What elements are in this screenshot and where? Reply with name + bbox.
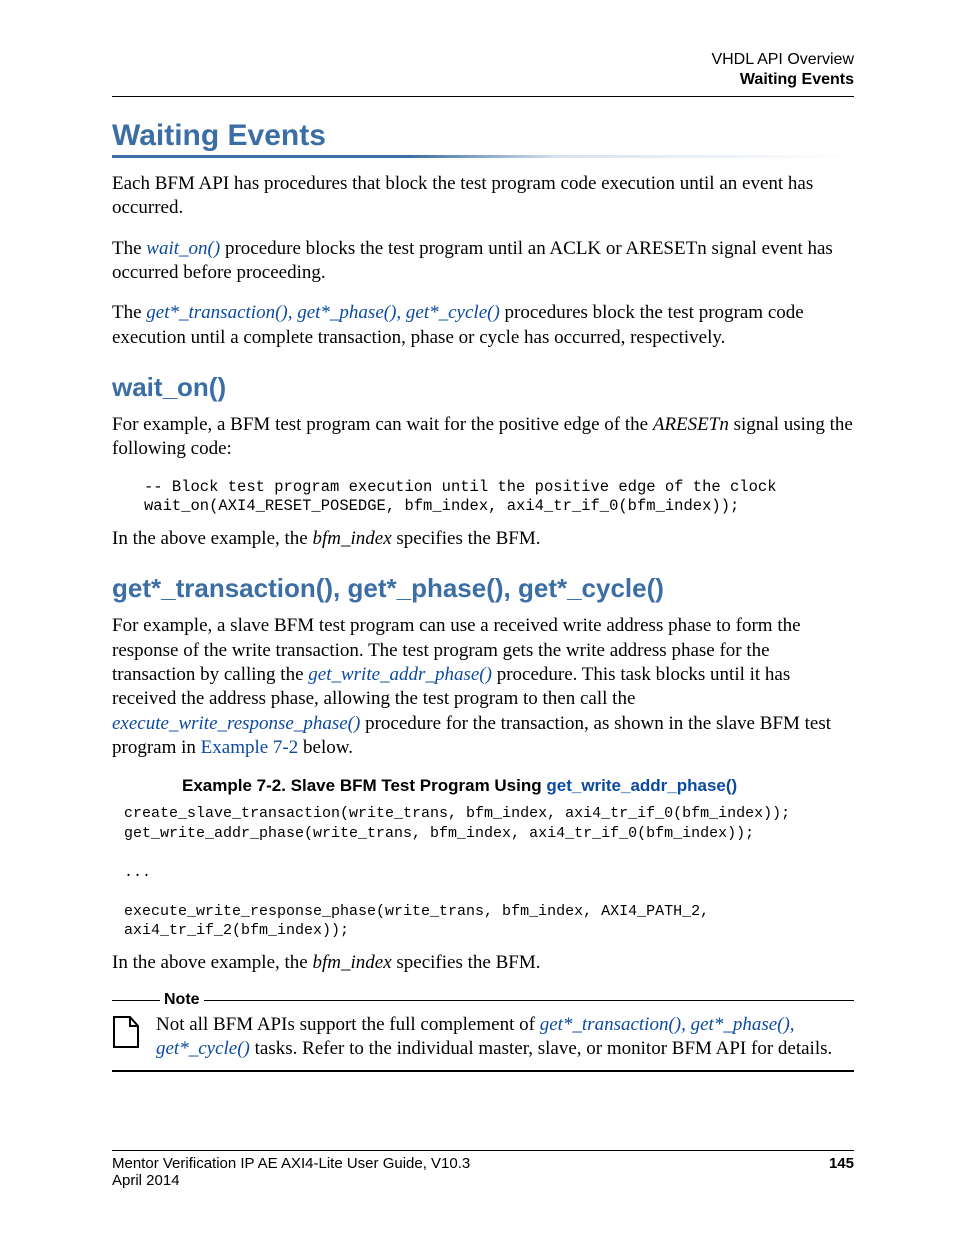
heading-get-transaction-phase-cycle: get*_transaction(), get*_phase(), get*_c… xyxy=(112,573,854,604)
text-emphasis: ARESETn xyxy=(653,414,729,435)
header-section: Waiting Events xyxy=(112,70,854,90)
note-icon xyxy=(112,1013,142,1062)
link-wait-on[interactable]: wait_on() xyxy=(146,238,220,259)
paragraph: For example, a BFM test program can wait… xyxy=(112,413,854,462)
note-header: Note xyxy=(112,991,854,1009)
page-number: 145 xyxy=(829,1155,854,1172)
text-emphasis: bfm_index xyxy=(312,952,391,973)
code-block: create_slave_transaction(write_trans, bf… xyxy=(124,804,854,941)
note-label: Note xyxy=(160,991,204,1009)
heading-waiting-events: Waiting Events xyxy=(112,119,854,153)
link-get-write-addr-phase[interactable]: get_write_addr_phase() xyxy=(546,776,737,795)
link-get-transaction-phase-cycle[interactable]: get*_transaction(), get*_phase(), get*_c… xyxy=(146,302,500,323)
code-block: -- Block test program execution until th… xyxy=(144,478,854,518)
heading-underline xyxy=(112,155,854,158)
rule xyxy=(112,1000,160,1001)
paragraph: For example, a slave BFM test program ca… xyxy=(112,614,854,760)
paragraph: The get*_transaction(), get*_phase(), ge… xyxy=(112,301,854,350)
heading-wait-on: wait_on() xyxy=(112,372,854,403)
page-footer: Mentor Verification IP AE AXI4-Lite User… xyxy=(112,1150,854,1189)
note-box: Note Not all BFM APIs support the full c… xyxy=(112,991,854,1072)
link-get-write-addr-phase[interactable]: get_write_addr_phase() xyxy=(308,664,492,685)
note-text: Not all BFM APIs support the full comple… xyxy=(156,1013,854,1062)
footer-date: April 2014 xyxy=(112,1172,854,1189)
paragraph: Each BFM API has procedures that block t… xyxy=(112,172,854,221)
example-caption: Example 7-2. Slave BFM Test Program Usin… xyxy=(182,776,854,796)
text: Not all BFM APIs support the full comple… xyxy=(156,1014,540,1035)
text: below. xyxy=(298,737,353,758)
note-body: Not all BFM APIs support the full comple… xyxy=(112,1009,854,1072)
text: The xyxy=(112,302,146,323)
header-rule xyxy=(112,96,854,97)
header-chapter: VHDL API Overview xyxy=(112,50,854,70)
paragraph: In the above example, the bfm_index spec… xyxy=(112,951,854,975)
text: In the above example, the xyxy=(112,528,312,549)
link-execute-write-response-phase[interactable]: execute_write_response_phase() xyxy=(112,713,360,734)
text: The xyxy=(112,238,146,259)
text: specifies the BFM. xyxy=(392,952,541,973)
text: Example 7-2. Slave BFM Test Program Usin… xyxy=(182,776,546,795)
text: tasks. Refer to the individual master, s… xyxy=(250,1038,832,1059)
text-emphasis: bfm_index xyxy=(312,528,391,549)
text: specifies the BFM. xyxy=(392,528,541,549)
text: procedure blocks the test program until … xyxy=(112,238,833,283)
text: For example, a BFM test program can wait… xyxy=(112,414,653,435)
link-example-7-2[interactable]: Example 7-2 xyxy=(201,737,299,758)
rule xyxy=(204,1000,854,1001)
text: In the above example, the xyxy=(112,952,312,973)
footer-rule xyxy=(112,1150,854,1151)
paragraph: In the above example, the bfm_index spec… xyxy=(112,527,854,551)
running-header: VHDL API Overview Waiting Events xyxy=(112,50,854,90)
paragraph: The wait_on() procedure blocks the test … xyxy=(112,237,854,286)
page: VHDL API Overview Waiting Events Waiting… xyxy=(0,0,954,1235)
footer-title: Mentor Verification IP AE AXI4-Lite User… xyxy=(112,1155,470,1172)
